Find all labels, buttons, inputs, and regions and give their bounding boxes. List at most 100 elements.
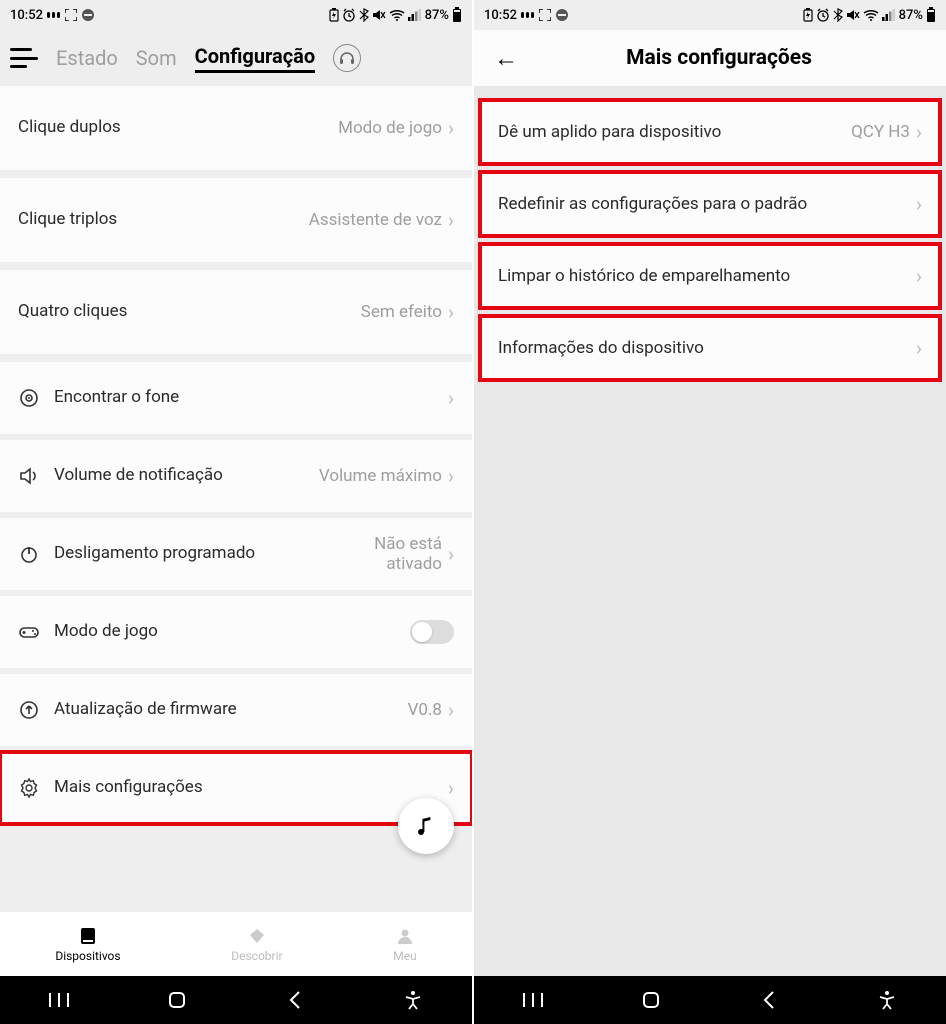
tab-config[interactable]: Configuração [195,44,316,73]
alarm-icon [816,8,830,22]
status-misc-icon [521,10,535,20]
nav-discover[interactable]: Descobrir [231,925,282,963]
menu-icon[interactable] [10,48,38,68]
diamond-icon [246,925,268,947]
chevron-right-icon: › [916,336,922,360]
row-find-earbuds[interactable]: Encontrar o fone › [0,362,472,434]
row-firmware-update[interactable]: Atualização de firmware V0.8› [0,674,472,746]
back-icon[interactable] [755,986,783,1014]
back-icon[interactable] [281,986,309,1014]
row-clear-pairing[interactable]: Limpar o histórico de emparelhamento › [480,244,940,308]
status-time: 10:52 [484,8,517,23]
battery-saver-icon [803,8,813,22]
mute-icon [846,8,860,22]
tab-status[interactable]: Estado [56,46,118,70]
chevron-right-icon: › [916,264,922,288]
status-dnd-icon [81,8,95,22]
tab-sound[interactable]: Som [136,46,177,70]
row-value: Modo de jogo [338,118,442,138]
row-value: V0.8 [408,700,442,720]
row-device-info[interactable]: Informações do dispositivo › [480,316,940,380]
row-triple-click[interactable]: Clique triplos Assistente de voz › [0,178,472,262]
signal-icon [408,9,422,21]
row-value: Sem efeito [361,302,442,322]
row-label: Atualização de firmware [54,699,237,720]
row-reset-settings[interactable]: Redefinir as configurações para o padrão… [480,172,940,236]
row-label: Volume de notificação [54,465,223,486]
bottom-nav: Dispositivos Descobrir Meu [0,912,472,976]
row-label: Clique duplos [18,117,121,138]
page-title: Mais configurações [544,46,934,70]
row-value: Assistente de voz [309,210,442,230]
target-icon [18,387,40,409]
recent-apps-icon[interactable] [45,986,73,1014]
mute-icon [372,8,386,22]
nav-me[interactable]: Meu [393,925,416,963]
nav-label: Meu [393,949,416,963]
row-scheduled-shutdown[interactable]: Desligamento programado Não está ativado… [0,518,472,590]
phone-left: 10:52 87% Estado Som Configuração Clique… [0,0,472,1024]
status-dnd-icon [555,8,569,22]
chevron-right-icon: › [448,300,454,324]
battery-percent: 87% [899,8,923,23]
system-nav [0,976,472,1024]
speaker-icon [18,465,40,487]
battery-icon [926,7,936,23]
system-nav [474,976,946,1024]
status-fullscreen-icon [539,9,551,21]
headphone-icon[interactable] [333,44,361,72]
row-quad-click[interactable]: Quatro cliques Sem efeito › [0,270,472,354]
row-label: Desligamento programado [54,543,255,564]
bluetooth-icon [833,8,843,22]
header-more-settings: ← Mais configurações [474,30,946,86]
settings-list: Clique duplos Modo de jogo› Clique tripl… [0,86,472,912]
chevron-right-icon: › [448,208,454,232]
row-value: QCY H3 [851,122,910,142]
chevron-right-icon: › [448,464,454,488]
status-time: 10:52 [10,8,43,23]
row-label: Dê um aplido para dispositivo [498,122,721,142]
row-label: Quatro cliques [18,301,127,322]
chevron-right-icon: › [448,776,454,800]
nav-devices[interactable]: Dispositivos [55,925,120,963]
nav-label: Dispositivos [55,949,120,963]
accessibility-icon[interactable] [399,986,427,1014]
gear-icon [18,777,40,799]
status-misc-icon [47,10,61,20]
row-label: Mais configurações [54,777,203,798]
device-icon [77,925,99,947]
music-fab[interactable] [398,798,454,854]
row-label: Limpar o histórico de emparelhamento [498,266,790,286]
status-bar: 10:52 87% [474,0,946,30]
chevron-right-icon: › [448,386,454,410]
nav-label: Descobrir [231,949,282,963]
status-fullscreen-icon [65,9,77,21]
row-double-click[interactable]: Clique duplos Modo de jogo› [0,86,472,170]
battery-saver-icon [329,8,339,22]
chevron-right-icon: › [916,192,922,216]
wifi-icon [863,9,879,21]
more-settings-list: Dê um aplido para dispositivo QCY H3› Re… [474,86,946,976]
alarm-icon [342,8,356,22]
chevron-right-icon: › [448,542,454,566]
row-label: Informações do dispositivo [498,338,704,358]
back-arrow-icon[interactable]: ← [486,40,526,77]
update-icon [18,699,40,721]
row-label: Clique triplos [18,209,117,230]
phone-right: 10:52 87% ← Mais configurações Dê um apl… [474,0,946,1024]
row-device-nickname[interactable]: Dê um aplido para dispositivo QCY H3› [480,100,940,164]
recent-apps-icon[interactable] [519,986,547,1014]
accessibility-icon[interactable] [873,986,901,1014]
signal-icon [882,9,896,21]
game-mode-toggle[interactable] [410,620,454,644]
row-label: Encontrar o fone [54,387,179,408]
home-icon[interactable] [163,986,191,1014]
person-icon [394,925,416,947]
row-game-mode[interactable]: Modo de jogo [0,596,472,668]
row-notification-volume[interactable]: Volume de notificação Volume máximo › [0,440,472,512]
wifi-icon [389,9,405,21]
bluetooth-icon [359,8,369,22]
battery-icon [452,7,462,23]
home-icon[interactable] [637,986,665,1014]
row-value: Volume máximo [319,466,442,486]
